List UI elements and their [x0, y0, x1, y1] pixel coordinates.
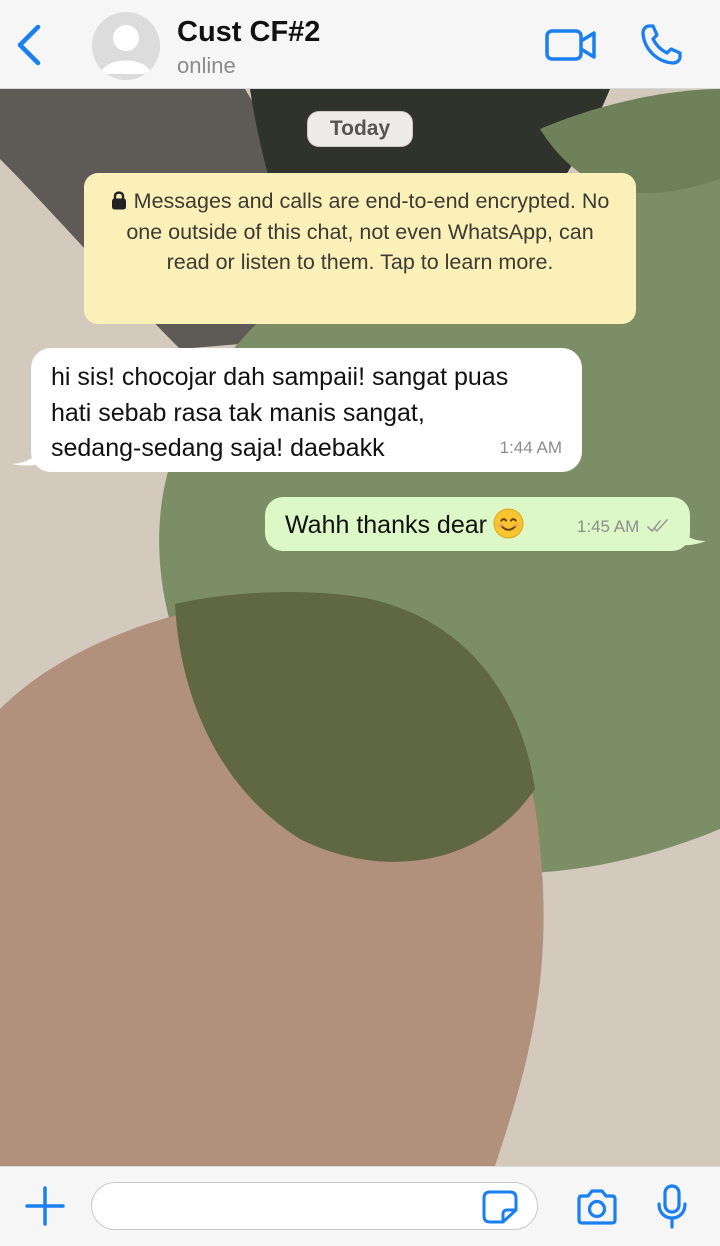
- message-bubble-incoming[interactable]: hi sis! chocojar dah sampaii! sangat pua…: [31, 348, 582, 472]
- chat-area[interactable]: Today Messages and calls are end-to-end …: [0, 89, 720, 1166]
- chat-header: Cust CF#2 online: [0, 0, 720, 89]
- back-button[interactable]: [14, 22, 48, 68]
- message-time: 1:44 AM: [499, 437, 562, 457]
- phone-icon: [641, 24, 682, 65]
- video-call-button[interactable]: [544, 26, 598, 64]
- contact-status: online: [177, 53, 236, 78]
- message-bubble-outgoing[interactable]: Wahh thanks dear 1:45 AM: [265, 497, 690, 551]
- sticker-button[interactable]: [481, 1189, 519, 1225]
- message-line: sedang-sedang saja! daebakk: [51, 434, 385, 462]
- sticker-icon: [482, 1190, 518, 1224]
- attach-button[interactable]: [24, 1185, 66, 1227]
- message-time: 1:45 AM: [576, 517, 640, 536]
- plus-icon: [25, 1186, 65, 1226]
- double-check-icon: [647, 519, 668, 532]
- lock-icon: [111, 191, 126, 210]
- message-text: Wahh thanks dear: [285, 511, 487, 539]
- microphone-icon: [657, 1184, 687, 1229]
- message-meta: 1:45 AM: [577, 510, 671, 543]
- microphone-button[interactable]: [655, 1184, 689, 1230]
- message-line: hati sebab rasa tak manis sangat,: [51, 398, 425, 427]
- date-separator: Today: [307, 111, 413, 147]
- camera-icon: [577, 1189, 617, 1225]
- voice-call-button[interactable]: [638, 22, 684, 68]
- composer-bar: [0, 1166, 720, 1246]
- video-camera-icon: [545, 29, 596, 61]
- message-line: hi sis! chocojar dah sampaii! sangat pua…: [51, 363, 509, 391]
- chevron-left-icon: [17, 24, 41, 66]
- person-icon: [92, 12, 160, 80]
- message-text: hi sis! chocojar dah sampaii! sangat pua…: [51, 360, 564, 467]
- camera-button[interactable]: [575, 1188, 619, 1226]
- avatar[interactable]: [92, 12, 160, 80]
- contact-name[interactable]: Cust CF#2: [177, 16, 320, 49]
- encryption-notice[interactable]: Messages and calls are end-to-end encryp…: [84, 173, 636, 324]
- encryption-notice-text: Messages and calls are end-to-end encryp…: [126, 189, 610, 274]
- smiling-face-icon: [493, 508, 524, 539]
- message-input[interactable]: [91, 1182, 538, 1230]
